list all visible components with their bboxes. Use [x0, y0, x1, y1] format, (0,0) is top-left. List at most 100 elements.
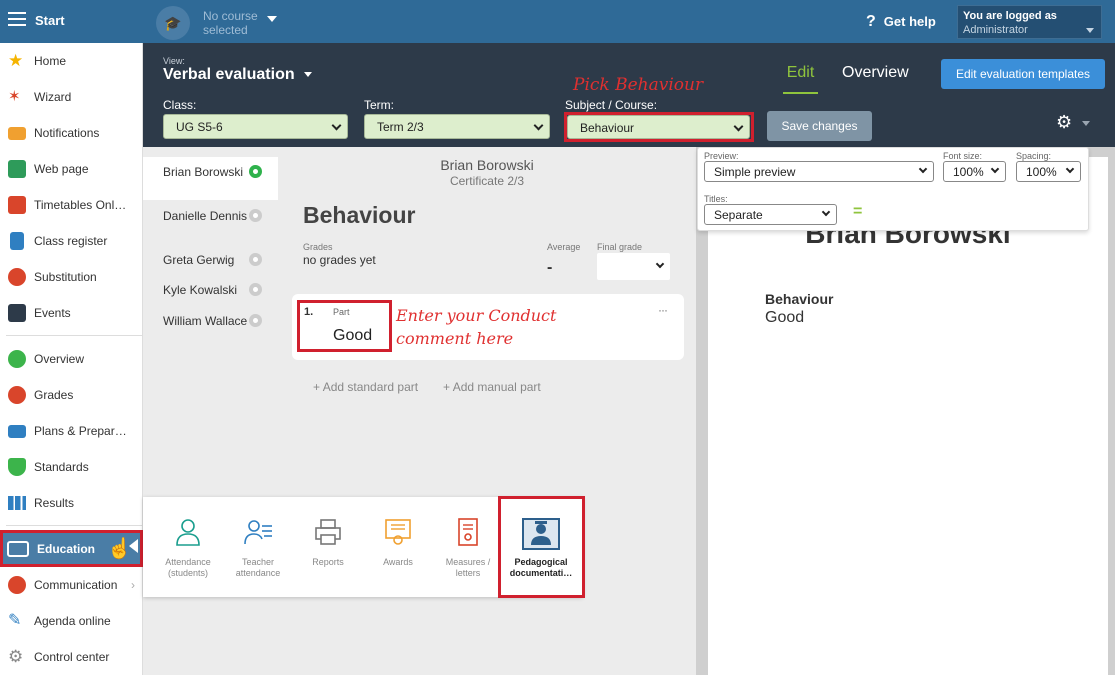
- chevron-down-icon: [821, 207, 831, 217]
- tab-overview[interactable]: Overview: [842, 64, 909, 82]
- tab-edit[interactable]: Edit: [783, 64, 818, 94]
- sidebar-item-timetables[interactable]: Timetables Onl…: [0, 187, 143, 223]
- start-label[interactable]: Start: [35, 13, 65, 28]
- chevron-down-icon[interactable]: [267, 16, 277, 22]
- house-icon: [8, 160, 26, 178]
- sidebar-item-grades[interactable]: Grades: [0, 377, 143, 413]
- sidebar-item-agenda[interactable]: ✎ Agenda online: [0, 603, 143, 639]
- titles-select[interactable]: Separate: [704, 204, 837, 225]
- book-icon: [7, 540, 29, 557]
- chevron-down-icon[interactable]: [304, 72, 312, 77]
- fontsize-label: Font size:: [943, 151, 983, 161]
- plus-icon: +: [443, 380, 453, 394]
- logged-label: You are logged as: [963, 10, 1057, 22]
- graduation-cap-icon[interactable]: 🎓: [156, 6, 190, 40]
- sidebar-item-label: Class register: [34, 234, 108, 248]
- titles-label: Titles:: [704, 194, 728, 204]
- reports-item[interactable]: Reports: [293, 517, 363, 568]
- measures-letters-item[interactable]: Measures / letters: [433, 517, 503, 579]
- final-grade-select[interactable]: [597, 253, 670, 280]
- item-label1: Reports: [312, 557, 344, 567]
- sidebar: ★ Home ✶ Wizard Notifications Web page Tim…: [0, 43, 143, 675]
- printer-icon: [313, 517, 343, 547]
- course-line1: No course: [203, 9, 258, 23]
- sidebar-item-results[interactable]: Results: [0, 485, 143, 521]
- class-select[interactable]: UG S5-6: [163, 114, 348, 139]
- student-heading: Brian Borowski: [440, 157, 534, 173]
- student-name: Kyle Kowalski: [163, 283, 238, 297]
- view-selector[interactable]: Verbal evaluation: [163, 66, 295, 84]
- top-bar: Start 🎓 No course selected ? Get help You…: [0, 0, 1115, 43]
- sidebar-item-events[interactable]: Events: [0, 295, 143, 331]
- course-selector[interactable]: No course selected: [203, 9, 258, 37]
- course-line2: selected: [203, 23, 248, 37]
- student-item[interactable]: Danielle Dennis: [143, 209, 278, 223]
- status-dot-icon: [249, 253, 262, 266]
- timetable-icon: [8, 196, 26, 214]
- equals-icon[interactable]: =: [853, 203, 862, 221]
- chevron-down-icon[interactable]: [1082, 121, 1090, 126]
- wand-icon: ✶: [8, 88, 21, 105]
- collapse-arrow-icon[interactable]: [129, 539, 138, 553]
- fontsize-select[interactable]: 100%: [943, 161, 1006, 182]
- item-label2: letters: [455, 568, 481, 578]
- sidebar-item-class-register[interactable]: Class register: [0, 223, 143, 259]
- final-grade-label: Final grade: [597, 242, 643, 252]
- student-item[interactable]: Kyle Kowalski: [143, 283, 278, 297]
- add-standard-part-button[interactable]: + Add standard part: [313, 380, 418, 394]
- logged-user: Administrator: [963, 24, 1028, 36]
- sidebar-item-notifications[interactable]: Notifications: [0, 115, 143, 151]
- sidebar-item-education[interactable]: Education ☝: [0, 530, 143, 567]
- awards-item[interactable]: Awards: [363, 517, 433, 568]
- sidebar-item-label: Web page: [34, 162, 89, 176]
- sidebar-item-wizard[interactable]: ✶ Wizard: [0, 79, 143, 115]
- status-dot-icon: [249, 209, 262, 222]
- chevron-down-icon: [655, 259, 665, 269]
- sidebar-item-substitution[interactable]: Substitution: [0, 259, 143, 295]
- sidebar-item-control-center[interactable]: ⚙ Control center: [0, 639, 143, 675]
- chevron-right-icon: ›: [131, 578, 135, 592]
- class-value: UG S5-6: [176, 120, 223, 134]
- sidebar-divider: [6, 525, 143, 526]
- sidebar-item-label: Standards: [34, 460, 89, 474]
- student-item[interactable]: Brian Borowski: [143, 157, 278, 200]
- sidebar-item-label: Plans & Prepar…: [34, 424, 127, 438]
- sidebar-item-standards[interactable]: Standards: [0, 449, 143, 485]
- sidebar-item-label: Results: [34, 496, 75, 510]
- student-name: William Wallace: [163, 314, 248, 328]
- save-changes-button[interactable]: Save changes: [767, 111, 872, 141]
- preview-value: Good: [765, 309, 805, 326]
- more-options-icon[interactable]: ···: [658, 303, 668, 317]
- average-value: -: [547, 259, 553, 276]
- sidebar-item-home[interactable]: ★ Home: [0, 43, 143, 79]
- hamburger-menu-icon[interactable]: [8, 12, 26, 26]
- add-manual-part-button[interactable]: + Add manual part: [443, 380, 541, 394]
- sidebar-item-label: Events: [34, 306, 71, 320]
- sidebar-item-communication[interactable]: Communication ›: [0, 567, 143, 603]
- spacing-value: 100%: [1026, 165, 1057, 179]
- teacher-attendance-item[interactable]: Teacher attendance: [223, 517, 293, 579]
- sidebar-item-web-page[interactable]: Web page: [0, 151, 143, 187]
- term-select[interactable]: Term 2/3: [364, 114, 550, 139]
- envelope-icon: [8, 126, 26, 140]
- chevron-down-icon: [990, 164, 1000, 174]
- fontsize-value: 100%: [953, 165, 984, 179]
- user-menu[interactable]: You are logged as Administrator: [957, 5, 1102, 39]
- attendance-students-item[interactable]: Attendance (students): [153, 517, 223, 579]
- sidebar-item-plans[interactable]: Plans & Prepar…: [0, 413, 143, 449]
- get-help-button[interactable]: ? Get help: [866, 13, 936, 31]
- preview-select[interactable]: Simple preview: [704, 161, 934, 182]
- bar-chart-icon: [8, 496, 26, 510]
- settings-gear-icon[interactable]: ⚙: [1056, 112, 1072, 133]
- spacing-select[interactable]: 100%: [1016, 161, 1081, 182]
- chevron-down-icon: [331, 120, 342, 131]
- sidebar-item-overview[interactable]: Overview: [0, 341, 143, 377]
- edit-templates-button[interactable]: Edit evaluation templates: [941, 59, 1105, 89]
- student-item[interactable]: Greta Gerwig: [143, 253, 278, 267]
- certificate-icon: [383, 517, 413, 547]
- comment-line2: comment here: [396, 329, 514, 348]
- sidebar-item-label: Home: [34, 54, 67, 68]
- student-item[interactable]: William Wallace: [143, 314, 278, 328]
- sidebar-item-label: Substitution: [34, 270, 97, 284]
- class-label: Class:: [163, 98, 197, 112]
